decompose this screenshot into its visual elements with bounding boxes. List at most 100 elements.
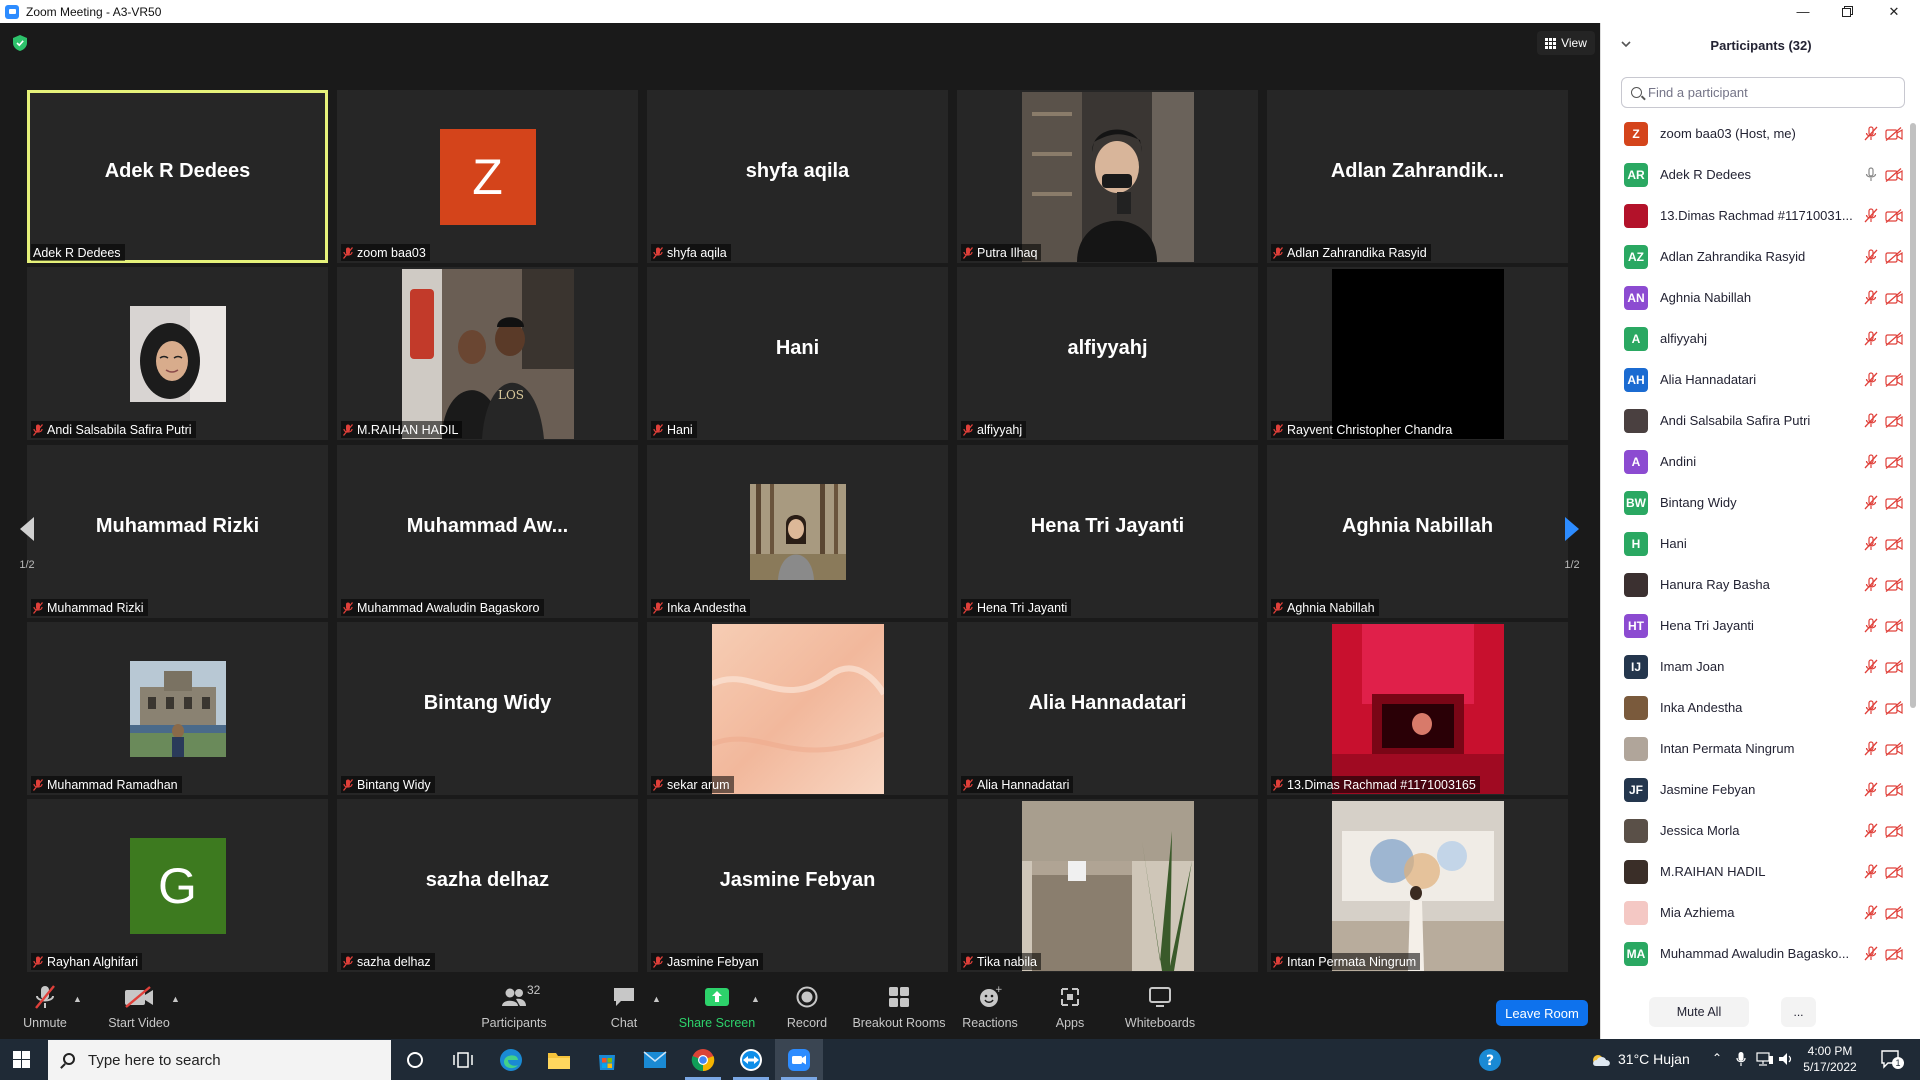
weather-cloud-icon[interactable] <box>1590 1051 1612 1072</box>
participant-list-scrollbar[interactable] <box>1910 123 1916 708</box>
video-tile[interactable]: sekar arum <box>647 622 948 795</box>
chat-options-caret-icon[interactable]: ▲ <box>652 994 661 1004</box>
microphone-muted-icon[interactable] <box>1864 946 1878 961</box>
weather-text[interactable]: 31°C Hujan <box>1618 1051 1690 1067</box>
microphone-muted-icon[interactable] <box>1864 413 1878 428</box>
participant-search-input[interactable] <box>1648 85 1898 100</box>
video-tile[interactable]: Inka Andestha <box>647 445 948 618</box>
participant-row[interactable]: AH Alia Hannadatari <box>1601 359 1906 400</box>
start-video-button[interactable]: Start Video <box>105 977 173 1035</box>
video-tile[interactable]: Adek R Dedees Adek R Dedees <box>27 90 328 263</box>
video-tile[interactable]: G Rayhan Alghifari <box>27 799 328 972</box>
microphone-muted-icon[interactable] <box>1864 290 1878 305</box>
video-tile[interactable]: 13.Dimas Rachmad #1171003165 <box>1267 622 1568 795</box>
microphone-muted-icon[interactable] <box>1864 618 1878 633</box>
video-tile[interactable]: Jasmine Febyan Jasmine Febyan <box>647 799 948 972</box>
video-tile[interactable]: Tika nabila <box>957 799 1258 972</box>
participant-row[interactable]: AR Adek R Dedees <box>1601 154 1906 195</box>
video-tile[interactable]: Bintang Widy Bintang Widy <box>337 622 638 795</box>
microphone-icon[interactable] <box>1864 167 1878 182</box>
chat-button[interactable]: Chat <box>600 977 648 1035</box>
reactions-button[interactable]: + Reactions <box>960 977 1020 1035</box>
participant-row[interactable]: Intan Permata Ningrum <box>1601 728 1906 769</box>
network-icon[interactable] <box>1756 1052 1774 1071</box>
participant-row[interactable]: Aalfiyyahj <box>1601 318 1906 359</box>
video-tile[interactable]: Aghnia Nabillah Aghnia Nabillah <box>1267 445 1568 618</box>
mail-icon[interactable] <box>631 1039 679 1080</box>
close-icon[interactable]: ✕ <box>1872 0 1916 23</box>
video-off-icon[interactable] <box>1885 290 1903 305</box>
video-tile[interactable]: alfiyyahj alfiyyahj <box>957 267 1258 440</box>
teamviewer-icon[interactable] <box>727 1039 775 1080</box>
participant-row[interactable]: AN Aghnia Nabillah <box>1601 277 1906 318</box>
video-tile[interactable]: Muhammad Ramadhan <box>27 622 328 795</box>
video-off-icon[interactable] <box>1885 249 1903 264</box>
video-tile[interactable]: Zzoom baa03 <box>337 90 638 263</box>
breakout-rooms-button[interactable]: Breakout Rooms <box>852 977 946 1035</box>
microphone-muted-icon[interactable] <box>1864 454 1878 469</box>
video-off-icon[interactable] <box>1885 905 1903 920</box>
video-off-icon[interactable] <box>1885 741 1903 756</box>
participant-row[interactable]: A Andini <box>1601 441 1906 482</box>
microphone-muted-icon[interactable] <box>1864 864 1878 879</box>
tray-chevron-icon[interactable]: ⌃ <box>1712 1051 1722 1065</box>
video-tile[interactable]: sazha delhaz sazha delhaz <box>337 799 638 972</box>
taskbar-search-box[interactable]: Type here to search <box>48 1040 391 1080</box>
audio-options-caret-icon[interactable]: ▲ <box>73 994 82 1004</box>
video-off-icon[interactable] <box>1885 413 1903 428</box>
unmute-button[interactable]: Unmute <box>20 977 70 1035</box>
video-off-icon[interactable] <box>1885 618 1903 633</box>
video-tile[interactable]: Intan Permata Ningrum <box>1267 799 1568 972</box>
video-off-icon[interactable] <box>1885 823 1903 838</box>
record-button[interactable]: Record <box>782 977 832 1035</box>
video-tile[interactable]: Rayvent Christopher Chandra <box>1267 267 1568 440</box>
file-explorer-icon[interactable] <box>535 1039 583 1080</box>
video-tile[interactable]: Putra Ilhaq <box>957 90 1258 263</box>
video-tile[interactable]: Alia Hannadatari Alia Hannadatari <box>957 622 1258 795</box>
video-options-caret-icon[interactable]: ▲ <box>171 994 180 1004</box>
edge-browser-icon[interactable] <box>487 1039 535 1080</box>
video-off-icon[interactable] <box>1885 126 1903 141</box>
microphone-muted-icon[interactable] <box>1864 249 1878 264</box>
zoom-taskbar-icon[interactable] <box>775 1039 823 1080</box>
help-icon[interactable]: ? <box>1466 1039 1514 1080</box>
video-off-icon[interactable] <box>1885 864 1903 879</box>
video-off-icon[interactable] <box>1885 495 1903 510</box>
microphone-muted-icon[interactable] <box>1864 495 1878 510</box>
notification-center-icon[interactable]: 1 <box>1880 1049 1904 1074</box>
leave-room-button[interactable]: Leave Room <box>1496 1000 1588 1026</box>
share-options-caret-icon[interactable]: ▲ <box>751 994 760 1004</box>
video-tile[interactable]: shyfa aqila shyfa aqila <box>647 90 948 263</box>
video-off-icon[interactable] <box>1885 577 1903 592</box>
video-tile[interactable]: Andi Salsabila Safira Putri <box>27 267 328 440</box>
volume-icon[interactable] <box>1778 1051 1794 1072</box>
apps-button[interactable]: Apps <box>1050 977 1090 1035</box>
microphone-muted-icon[interactable] <box>1864 208 1878 223</box>
microphone-muted-icon[interactable] <box>1864 372 1878 387</box>
taskbar-clock[interactable]: 4:00 PM 5/17/2022 <box>1795 1043 1865 1075</box>
video-off-icon[interactable] <box>1885 454 1903 469</box>
participant-row[interactable]: AZ Adlan Zahrandika Rasyid <box>1601 236 1906 277</box>
participant-row[interactable]: IJ Imam Joan <box>1601 646 1906 687</box>
video-off-icon[interactable] <box>1885 659 1903 674</box>
microphone-muted-icon[interactable] <box>1864 577 1878 592</box>
microphone-muted-icon[interactable] <box>1864 823 1878 838</box>
whiteboards-button[interactable]: Whiteboards <box>1120 977 1200 1035</box>
video-off-icon[interactable] <box>1885 782 1903 797</box>
next-page-button[interactable]: 1/2 <box>1550 501 1594 587</box>
video-off-icon[interactable] <box>1885 536 1903 551</box>
video-tile[interactable]: LOS M.RAIHAN HADIL <box>337 267 638 440</box>
previous-page-button[interactable]: 1/2 <box>5 501 49 587</box>
microphone-muted-icon[interactable] <box>1864 782 1878 797</box>
microphone-muted-icon[interactable] <box>1864 659 1878 674</box>
participant-row[interactable]: Andi Salsabila Safira Putri <box>1601 400 1906 441</box>
chrome-icon[interactable] <box>679 1039 727 1080</box>
video-tile[interactable]: Muhammad Aw... Muhammad Awaludin Bagaskor… <box>337 445 638 618</box>
view-button[interactable]: View <box>1537 31 1595 55</box>
participant-row[interactable]: Hanura Ray Basha <box>1601 564 1906 605</box>
tray-microphone-icon[interactable] <box>1736 1051 1746 1072</box>
video-off-icon[interactable] <box>1885 208 1903 223</box>
maximize-icon[interactable] <box>1825 0 1869 23</box>
video-off-icon[interactable] <box>1885 946 1903 961</box>
microphone-muted-icon[interactable] <box>1864 536 1878 551</box>
